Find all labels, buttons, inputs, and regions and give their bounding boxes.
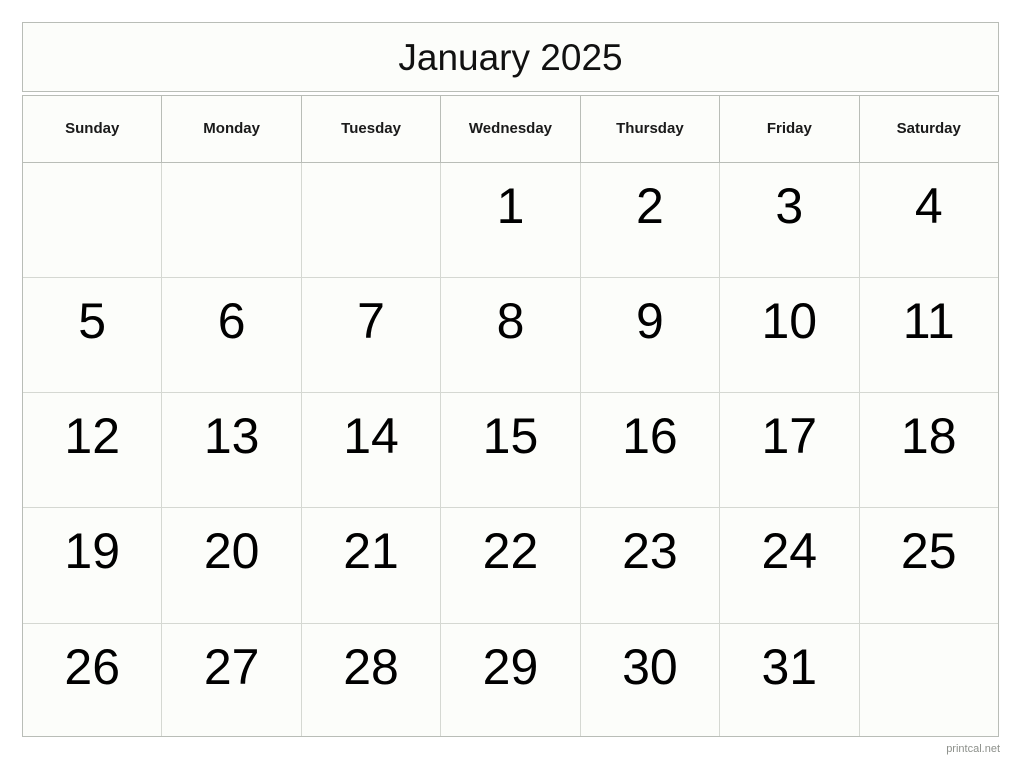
weekday-header-label: Monday bbox=[203, 120, 260, 138]
day-cell[interactable]: 24 bbox=[720, 508, 860, 623]
day-number: 15 bbox=[482, 408, 539, 465]
site-watermark: printcal.net bbox=[946, 743, 1000, 755]
day-cell[interactable]: 22 bbox=[441, 508, 581, 623]
day-number: 12 bbox=[64, 408, 121, 465]
calendar-title-bar: January 2025 bbox=[22, 22, 999, 92]
weekday-header-label: Saturday bbox=[896, 120, 961, 138]
weekday-header-sunday: Sunday bbox=[23, 96, 163, 162]
day-number: 26 bbox=[64, 638, 121, 695]
calendar-grid: Sunday Monday Tuesday Wednesday Thursday… bbox=[22, 95, 999, 737]
day-cell[interactable]: 30 bbox=[580, 623, 721, 737]
calendar-page: January 2025 Sunday Monday Tuesday Wedne… bbox=[0, 0, 1024, 768]
day-number: 29 bbox=[482, 638, 539, 695]
calendar-week-row: 12 13 14 15 16 17 18 bbox=[23, 393, 998, 509]
weekday-header-wednesday: Wednesday bbox=[441, 96, 581, 162]
day-cell[interactable]: 3 bbox=[720, 162, 860, 277]
day-number: 23 bbox=[622, 523, 678, 580]
weekday-header-label: Thursday bbox=[616, 120, 684, 138]
day-cell[interactable]: 2 bbox=[580, 162, 721, 277]
weekday-header-tuesday: Tuesday bbox=[301, 96, 442, 162]
day-number: 3 bbox=[775, 177, 804, 234]
weekday-header-label: Tuesday bbox=[341, 120, 401, 138]
day-cell[interactable]: 13 bbox=[162, 393, 302, 508]
day-number: 20 bbox=[203, 523, 260, 580]
day-number: 16 bbox=[622, 408, 678, 465]
day-number: 30 bbox=[622, 638, 678, 695]
weekday-header-saturday: Saturday bbox=[859, 96, 998, 162]
day-cell[interactable] bbox=[301, 162, 442, 277]
day-cell[interactable]: 9 bbox=[580, 277, 721, 393]
day-cell[interactable]: 20 bbox=[162, 508, 302, 623]
weekday-header-thursday: Thursday bbox=[580, 96, 721, 162]
day-cell[interactable] bbox=[23, 162, 163, 277]
weekday-header-label: Sunday bbox=[65, 120, 120, 138]
day-cell[interactable]: 7 bbox=[301, 277, 442, 393]
day-cell[interactable]: 28 bbox=[301, 623, 442, 737]
day-number: 4 bbox=[914, 177, 943, 234]
calendar-week-row: 19 20 21 22 23 24 25 bbox=[23, 508, 998, 624]
day-number: 1 bbox=[496, 177, 525, 234]
day-cell[interactable]: 17 bbox=[720, 393, 860, 508]
day-cell[interactable]: 16 bbox=[580, 393, 721, 508]
day-cell[interactable]: 5 bbox=[23, 277, 163, 393]
calendar-week-row: 1 2 3 4 bbox=[23, 162, 998, 278]
weekday-header-friday: Friday bbox=[720, 96, 860, 162]
day-cell[interactable]: 19 bbox=[23, 508, 163, 623]
day-number: 10 bbox=[761, 292, 818, 349]
day-number: 17 bbox=[761, 408, 818, 465]
day-number: 19 bbox=[64, 523, 121, 580]
day-cell[interactable]: 6 bbox=[162, 277, 302, 393]
day-number: 5 bbox=[78, 292, 107, 349]
weekday-header-monday: Monday bbox=[162, 96, 302, 162]
day-cell[interactable]: 15 bbox=[441, 393, 581, 508]
day-cell[interactable]: 10 bbox=[720, 277, 860, 393]
day-cell[interactable]: 31 bbox=[720, 623, 860, 737]
calendar-week-row: 26 27 28 29 30 31 bbox=[23, 623, 998, 737]
day-number: 28 bbox=[343, 638, 399, 695]
day-cell[interactable]: 25 bbox=[859, 508, 998, 623]
weekday-header-row: Sunday Monday Tuesday Wednesday Thursday… bbox=[23, 96, 998, 163]
day-number: 9 bbox=[635, 292, 664, 349]
day-number: 24 bbox=[761, 523, 818, 580]
day-cell[interactable]: 11 bbox=[859, 277, 998, 393]
calendar-week-row: 5 6 7 8 9 10 11 bbox=[23, 277, 998, 394]
day-number: 8 bbox=[496, 292, 525, 349]
day-cell[interactable]: 1 bbox=[441, 162, 581, 277]
day-number: 27 bbox=[203, 638, 260, 695]
day-number: 18 bbox=[900, 408, 957, 465]
weekday-header-label: Friday bbox=[766, 120, 812, 138]
day-number: 7 bbox=[357, 292, 385, 349]
weekday-header-label: Wednesday bbox=[468, 120, 553, 138]
day-number: 6 bbox=[217, 292, 246, 349]
day-cell[interactable]: 18 bbox=[859, 393, 998, 508]
day-cell[interactable]: 4 bbox=[859, 162, 998, 277]
day-number: 25 bbox=[900, 523, 957, 580]
day-number: 22 bbox=[482, 523, 539, 580]
day-cell[interactable]: 21 bbox=[301, 508, 442, 623]
day-cell[interactable]: 14 bbox=[301, 393, 442, 508]
day-cell[interactable] bbox=[162, 162, 302, 277]
day-cell[interactable]: 27 bbox=[162, 623, 302, 737]
day-cell[interactable]: 8 bbox=[441, 277, 581, 393]
day-number: 31 bbox=[761, 638, 818, 695]
day-cell[interactable]: 12 bbox=[23, 393, 163, 508]
day-number: 14 bbox=[343, 408, 399, 465]
day-cell[interactable]: 29 bbox=[441, 623, 581, 737]
day-number: 11 bbox=[902, 292, 955, 349]
day-cell[interactable] bbox=[859, 623, 998, 737]
day-number: 13 bbox=[203, 408, 260, 465]
day-number: 21 bbox=[343, 523, 399, 580]
page-title: January 2025 bbox=[398, 36, 623, 78]
day-cell[interactable]: 23 bbox=[580, 508, 721, 623]
day-number: 2 bbox=[635, 177, 664, 234]
day-cell[interactable]: 26 bbox=[23, 623, 163, 737]
